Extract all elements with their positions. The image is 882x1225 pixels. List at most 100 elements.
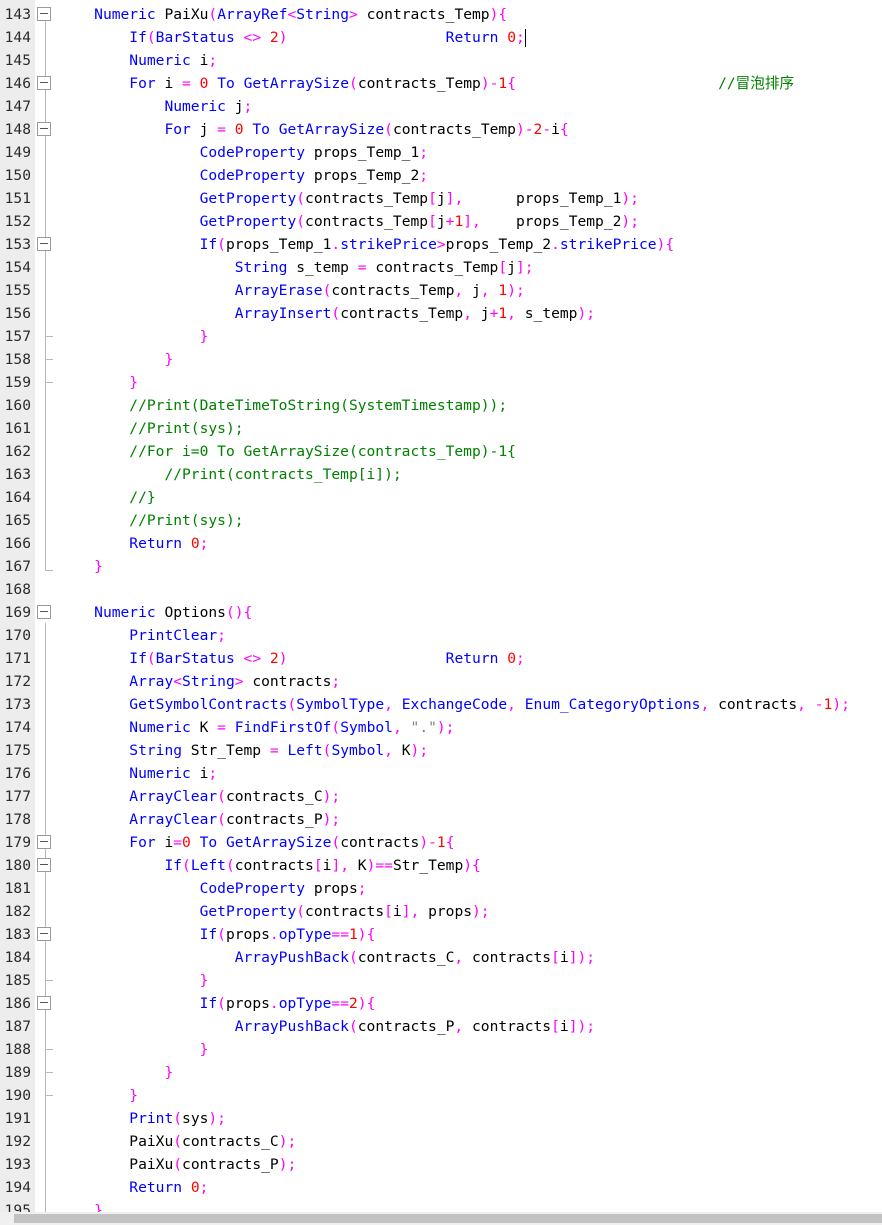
fold-collapse-icon[interactable]	[37, 237, 51, 251]
code-text[interactable]: ArrayPushBack(contracts_P, contracts[i])…	[59, 1015, 595, 1038]
code-line[interactable]: 155 ArrayErase(contracts_Temp, j, 1);	[0, 279, 882, 302]
code-text[interactable]: Return 0;	[59, 1176, 208, 1199]
code-text[interactable]: GetProperty(contracts_Temp[j+1], props_T…	[59, 210, 639, 233]
code-text[interactable]: Numeric j;	[59, 95, 252, 118]
scrollbar-thumb[interactable]	[14, 1214, 882, 1223]
code-text[interactable]: Numeric i;	[59, 762, 217, 785]
fold-collapse-icon[interactable]	[37, 76, 51, 90]
code-text[interactable]: }	[59, 1061, 173, 1084]
code-line[interactable]: 195 }	[0, 1199, 882, 1212]
code-text[interactable]: }	[59, 325, 209, 348]
code-text[interactable]: PaiXu(contracts_P);	[59, 1153, 296, 1176]
code-text[interactable]: If(props.opType==1){	[59, 923, 376, 946]
code-line[interactable]: 192 PaiXu(contracts_C);	[0, 1130, 882, 1153]
code-line[interactable]: 161 //Print(sys);	[0, 417, 882, 440]
horizontal-scrollbar[interactable]	[0, 1212, 882, 1225]
code-text[interactable]: ArrayClear(contracts_P);	[59, 808, 340, 831]
code-line[interactable]: 172 Array<String> contracts;	[0, 670, 882, 693]
fold-collapse-icon[interactable]	[37, 605, 51, 619]
code-line[interactable]: 151 GetProperty(contracts_Temp[j], props…	[0, 187, 882, 210]
code-line[interactable]: 178 ArrayClear(contracts_P);	[0, 808, 882, 831]
code-line[interactable]: 190 }	[0, 1084, 882, 1107]
code-line[interactable]: 163 //Print(contracts_Temp[i]);	[0, 463, 882, 486]
fold-collapse-icon[interactable]	[37, 835, 51, 849]
code-text[interactable]: Print(sys);	[59, 1107, 226, 1130]
code-line[interactable]: 189 }	[0, 1061, 882, 1084]
code-line[interactable]: 169 Numeric Options(){	[0, 601, 882, 624]
code-line[interactable]: 154 String s_temp = contracts_Temp[j];	[0, 256, 882, 279]
fold-collapse-icon[interactable]	[37, 7, 51, 21]
code-text[interactable]: CodeProperty props_Temp_2;	[59, 164, 428, 187]
code-line[interactable]: 183 If(props.opType==1){	[0, 923, 882, 946]
code-text[interactable]: GetSymbolContracts(SymbolType, ExchangeC…	[59, 693, 850, 716]
code-text[interactable]: //Print(DateTimeToString(SystemTimestamp…	[59, 394, 507, 417]
code-line[interactable]: 187 ArrayPushBack(contracts_P, contracts…	[0, 1015, 882, 1038]
code-text[interactable]: ArrayInsert(contracts_Temp, j+1, s_temp)…	[59, 302, 595, 325]
code-text[interactable]: Numeric Options(){	[59, 601, 252, 624]
code-text[interactable]: ArrayClear(contracts_C);	[59, 785, 340, 808]
code-line[interactable]: 170 PrintClear;	[0, 624, 882, 647]
code-text[interactable]: If(props.opType==2){	[59, 992, 376, 1015]
code-text[interactable]: If(Left(contracts[i], K)==Str_Temp){	[59, 854, 480, 877]
code-text[interactable]: ArrayPushBack(contracts_C, contracts[i])…	[59, 946, 595, 969]
code-text[interactable]: Numeric K = FindFirstOf(Symbol, ".");	[59, 716, 454, 739]
code-text[interactable]: ArrayErase(contracts_Temp, j, 1);	[59, 279, 525, 302]
code-line[interactable]: 162 //For i=0 To GetArraySize(contracts_…	[0, 440, 882, 463]
code-line[interactable]: 179 For i=0 To GetArraySize(contracts)-1…	[0, 831, 882, 854]
code-line[interactable]: 164 //}	[0, 486, 882, 509]
code-line[interactable]: 186 If(props.opType==2){	[0, 992, 882, 1015]
code-line[interactable]: 188 }	[0, 1038, 882, 1061]
code-line[interactable]: 173 GetSymbolContracts(SymbolType, Excha…	[0, 693, 882, 716]
code-line[interactable]: 176 Numeric i;	[0, 762, 882, 785]
code-line[interactable]: 180 If(Left(contracts[i], K)==Str_Temp){	[0, 854, 882, 877]
code-line[interactable]: 175 String Str_Temp = Left(Symbol, K);	[0, 739, 882, 762]
code-text[interactable]: GetProperty(contracts[i], props);	[59, 900, 490, 923]
code-line[interactable]: 171 If(BarStatus <> 2) Return 0;	[0, 647, 882, 670]
code-line[interactable]: 150 CodeProperty props_Temp_2;	[0, 164, 882, 187]
fold-collapse-icon[interactable]	[37, 927, 51, 941]
code-text[interactable]: CodeProperty props;	[59, 877, 367, 900]
code-text[interactable]: If(BarStatus <> 2) Return 0;	[59, 647, 524, 670]
code-line[interactable]: 159 }	[0, 371, 882, 394]
code-text[interactable]: }	[59, 371, 138, 394]
code-line[interactable]: 146 For i = 0 To GetArraySize(contracts_…	[0, 72, 882, 95]
code-text[interactable]: For i=0 To GetArraySize(contracts)-1{	[59, 831, 454, 854]
code-line[interactable]: 158 }	[0, 348, 882, 371]
code-line[interactable]: 193 PaiXu(contracts_P);	[0, 1153, 882, 1176]
code-line[interactable]: 168	[0, 578, 882, 601]
fold-collapse-icon[interactable]	[37, 122, 51, 136]
code-text[interactable]: }	[59, 348, 173, 371]
code-text[interactable]: For i = 0 To GetArraySize(contracts_Temp…	[59, 72, 794, 95]
code-line[interactable]: 144 If(BarStatus <> 2) Return 0;	[0, 26, 882, 49]
code-line[interactable]: 167 }	[0, 555, 882, 578]
fold-collapse-icon[interactable]	[37, 996, 51, 1010]
code-line[interactable]: 184 ArrayPushBack(contracts_C, contracts…	[0, 946, 882, 969]
code-text[interactable]: }	[59, 1199, 103, 1212]
code-text[interactable]: String s_temp = contracts_Temp[j];	[59, 256, 534, 279]
code-text[interactable]: //}	[59, 486, 155, 509]
code-text[interactable]: Numeric PaiXu(ArrayRef<String> contracts…	[59, 3, 507, 26]
code-line[interactable]: 152 GetProperty(contracts_Temp[j+1], pro…	[0, 210, 882, 233]
code-text[interactable]: GetProperty(contracts_Temp[j], props_Tem…	[59, 187, 639, 210]
code-line[interactable]: 182 GetProperty(contracts[i], props);	[0, 900, 882, 923]
code-text[interactable]: //Print(sys);	[59, 509, 243, 532]
code-line[interactable]: 194 Return 0;	[0, 1176, 882, 1199]
code-text[interactable]: For j = 0 To GetArraySize(contracts_Temp…	[59, 118, 568, 141]
code-line[interactable]: 157 }	[0, 325, 882, 348]
code-line[interactable]: 174 Numeric K = FindFirstOf(Symbol, ".")…	[0, 716, 882, 739]
code-line[interactable]: 156 ArrayInsert(contracts_Temp, j+1, s_t…	[0, 302, 882, 325]
code-line[interactable]: 177 ArrayClear(contracts_C);	[0, 785, 882, 808]
code-line[interactable]: 143 Numeric PaiXu(ArrayRef<String> contr…	[0, 3, 882, 26]
code-text[interactable]: PaiXu(contracts_C);	[59, 1130, 296, 1153]
fold-collapse-icon[interactable]	[37, 858, 51, 872]
code-text[interactable]: Array<String> contracts;	[59, 670, 340, 693]
code-text[interactable]: }	[59, 1038, 209, 1061]
code-line[interactable]: 181 CodeProperty props;	[0, 877, 882, 900]
code-editor[interactable]: 143 Numeric PaiXu(ArrayRef<String> contr…	[0, 0, 882, 1212]
code-line[interactable]: 147 Numeric j;	[0, 95, 882, 118]
code-text[interactable]: //For i=0 To GetArraySize(contracts_Temp…	[59, 440, 516, 463]
code-text[interactable]: If(BarStatus <> 2) Return 0;	[59, 26, 526, 49]
code-line[interactable]: 191 Print(sys);	[0, 1107, 882, 1130]
code-line[interactable]: 148 For j = 0 To GetArraySize(contracts_…	[0, 118, 882, 141]
code-text[interactable]: //Print(sys);	[59, 417, 243, 440]
